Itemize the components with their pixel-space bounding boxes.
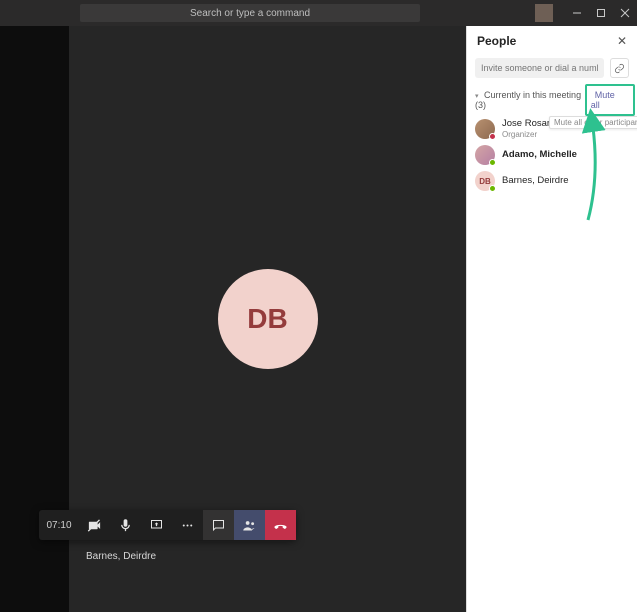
maximize-button[interactable]	[589, 0, 613, 26]
search-input[interactable]: Search or type a command	[80, 4, 420, 22]
presence-busy-icon	[489, 133, 496, 140]
participant-row[interactable]: Adamo, Michelle	[471, 142, 633, 168]
mute-all-button[interactable]: Mute all	[591, 88, 615, 112]
more-actions-button[interactable]	[172, 510, 203, 540]
close-panel-button[interactable]: ✕	[617, 34, 627, 48]
section-count: (3)	[475, 100, 486, 110]
participant-row[interactable]: Jose Rosario Organizer Mute all other pa…	[471, 116, 633, 142]
participant-avatar	[475, 145, 495, 165]
participant-avatar: DB	[475, 171, 495, 191]
call-timer: 07:10	[39, 520, 79, 531]
search-placeholder-text: Search or type a command	[190, 8, 310, 19]
avatar-initials-small: DB	[479, 177, 491, 186]
chat-button[interactable]	[203, 510, 234, 540]
participant-name: Barnes, Deirdre	[502, 176, 569, 187]
title-bar: Search or type a command	[0, 0, 637, 26]
section-current-meeting[interactable]: ▾ Currently in this meeting (3) Mute all	[467, 86, 637, 114]
participant-role: Organizer	[502, 130, 557, 139]
invite-input[interactable]	[475, 58, 604, 78]
participant-row[interactable]: DB Barnes, Deirdre	[471, 168, 633, 194]
meeting-stage: DB 07:10	[69, 26, 466, 612]
participant-name: Adamo, Michelle	[502, 150, 577, 161]
avatar-initials: DB	[247, 303, 287, 335]
mic-toggle-button[interactable]	[110, 510, 141, 540]
window-controls	[535, 0, 637, 26]
presence-available-icon	[489, 185, 496, 192]
call-toolbar: 07:10	[39, 510, 296, 540]
participant-list: Jose Rosario Organizer Mute all other pa…	[467, 114, 637, 196]
hangup-button[interactable]	[265, 510, 296, 540]
mute-all-tooltip: Mute all other participants	[549, 116, 637, 129]
presence-available-icon	[489, 159, 496, 166]
speaker-caption: Barnes, Deirdre	[86, 551, 156, 562]
minimize-button[interactable]	[565, 0, 589, 26]
participant-avatar	[475, 119, 495, 139]
people-button[interactable]	[234, 510, 265, 540]
people-panel: People ✕ ▾ Currently in this meeting (3)…	[466, 26, 637, 612]
profile-avatar[interactable]	[535, 4, 553, 22]
panel-title: People	[477, 34, 516, 48]
copy-link-button[interactable]	[610, 58, 629, 78]
camera-toggle-button[interactable]	[79, 510, 110, 540]
participant-avatar-large: DB	[218, 269, 318, 369]
close-window-button[interactable]	[613, 0, 637, 26]
share-screen-button[interactable]	[141, 510, 172, 540]
chevron-down-icon: ▾	[475, 93, 479, 100]
section-label: Currently in this meeting	[484, 90, 581, 100]
